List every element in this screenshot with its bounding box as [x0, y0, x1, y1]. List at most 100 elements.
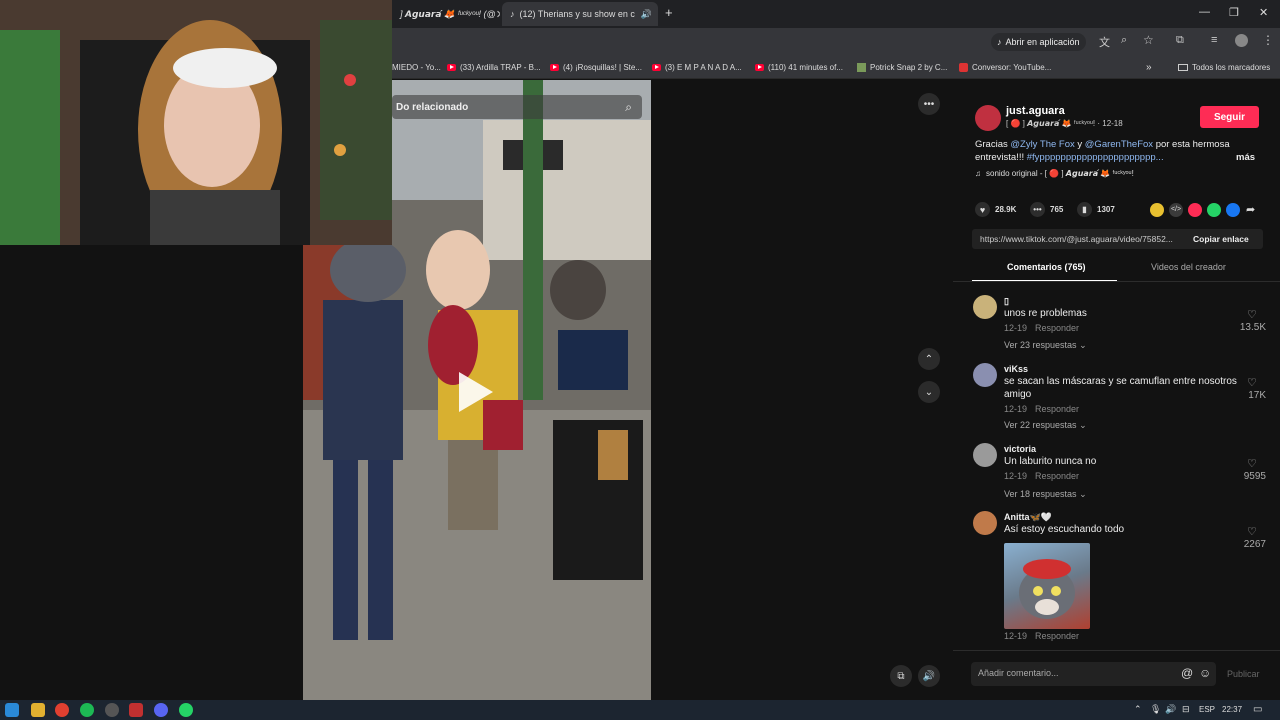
- more-options-button[interactable]: •••: [918, 93, 940, 115]
- bookmark-item[interactable]: (110) 41 minutes of...: [755, 55, 843, 79]
- bookmark-icon: ▮: [1077, 202, 1092, 217]
- pip-icon: ⧉: [897, 670, 905, 682]
- more-bookmarks-icon[interactable]: »: [1146, 55, 1152, 79]
- avatar[interactable]: [973, 363, 997, 387]
- microphone-icon[interactable]: 🎙: [1150, 704, 1161, 715]
- reply-button[interactable]: Responder: [1035, 404, 1079, 414]
- tab-creator-videos[interactable]: Videos del creador: [1151, 262, 1226, 272]
- restore-icon[interactable]: ❐: [1229, 6, 1239, 19]
- minimize-icon[interactable]: —: [1199, 6, 1210, 18]
- network-icon[interactable]: ⊟: [1182, 704, 1190, 715]
- file-explorer-icon[interactable]: [31, 703, 45, 717]
- copy-link-button[interactable]: Copiar enlace: [1193, 234, 1249, 244]
- tab-therians-video[interactable]: ♪ (12) Therians y su show en c 🔊 ✕: [502, 2, 658, 26]
- clock[interactable]: 22:37: [1222, 705, 1242, 714]
- speaker-icon[interactable]: 🔊: [1165, 704, 1176, 715]
- play-icon[interactable]: [459, 372, 493, 412]
- bookmark-item[interactable]: Potrick Snap 2 by C...: [857, 55, 947, 79]
- spotify-icon[interactable]: [80, 703, 94, 717]
- notification-icon[interactable]: ▭: [1253, 704, 1262, 715]
- app-icon[interactable]: [129, 703, 143, 717]
- creator-username[interactable]: just.aguara: [1006, 105, 1065, 117]
- language-indicator[interactable]: ESP: [1199, 705, 1215, 714]
- comment-author[interactable]: viKss: [1004, 364, 1028, 374]
- embed-icon[interactable]: </>: [1169, 203, 1183, 217]
- media-control-icon[interactable]: ≡: [1211, 34, 1217, 46]
- view-replies-button[interactable]: Ver 23 respuestas ⌄: [1004, 340, 1087, 351]
- bookmark-label: Todos los marcadores: [1192, 62, 1271, 72]
- tab-aguara-profile[interactable]: ] 𝘼𝙜𝙪𝙖𝙧𝙖́ 🦊 ᶠᵘᶜᵏʸᵒᵘ! (@ ✕: [392, 2, 500, 26]
- comment-author[interactable]: ▯: [1004, 296, 1009, 307]
- all-bookmarks-folder[interactable]: Todos los marcadores: [1178, 55, 1270, 79]
- zoom-icon[interactable]: ⌕: [1121, 34, 1127, 47]
- speaker-icon[interactable]: 🔊: [641, 9, 652, 20]
- menu-icon[interactable]: ⋮: [1262, 33, 1274, 47]
- avatar[interactable]: [973, 443, 997, 467]
- reply-button[interactable]: Responder: [1035, 471, 1079, 481]
- bookmark-item[interactable]: (4) ¡Rosquillas! | Ste...: [550, 55, 642, 79]
- windows-start-icon[interactable]: [5, 703, 19, 717]
- creator-avatar[interactable]: [975, 105, 1001, 131]
- bookmark-item[interactable]: (33) Ardilla TRAP - B...: [447, 55, 541, 79]
- follow-button[interactable]: Seguir: [1200, 106, 1259, 128]
- avatar[interactable]: [973, 295, 997, 319]
- comment-author[interactable]: Anitta🦋🤍: [1004, 512, 1052, 523]
- publish-button[interactable]: Publicar: [1227, 669, 1260, 679]
- share-icon[interactable]: ➦: [1246, 203, 1255, 216]
- mention-link[interactable]: @GarenTheFox: [1085, 139, 1153, 150]
- chevron-up-icon[interactable]: ⌃: [1134, 704, 1142, 715]
- comment-likes: 13.5K: [1239, 322, 1266, 333]
- obs-icon[interactable]: [105, 703, 119, 717]
- coin-icon[interactable]: [1150, 203, 1164, 217]
- send-icon[interactable]: [1188, 203, 1202, 217]
- reply-button[interactable]: Responder: [1035, 631, 1079, 641]
- emoji-icon[interactable]: ☺: [1199, 666, 1211, 680]
- webcam-image: [0, 0, 392, 245]
- sound-row[interactable]: ♫ sonido original - [ 🔴 ] 𝘼𝙜𝙪𝙖𝙧𝙖́ 🦊 ᶠᵘᶜᵏ…: [975, 169, 1134, 178]
- bookmark-item[interactable]: MIEDO - Yo...: [392, 55, 441, 79]
- pip-button[interactable]: ⧉: [890, 665, 912, 687]
- more-caption-link[interactable]: más: [1236, 152, 1255, 163]
- previous-video-button[interactable]: ⌃: [918, 348, 940, 370]
- tab-comments[interactable]: Comentarios (765): [1007, 262, 1086, 272]
- heart-outline-icon[interactable]: ♡: [1247, 457, 1257, 470]
- whatsapp-icon[interactable]: [1207, 203, 1221, 217]
- close-icon[interactable]: ✕: [496, 8, 500, 21]
- comment-image[interactable]: [1004, 543, 1090, 629]
- window-close-icon[interactable]: ✕: [1259, 6, 1268, 19]
- chrome-icon[interactable]: [55, 703, 69, 717]
- comment-action[interactable]: ••• 765: [1030, 202, 1063, 217]
- chevron-down-icon: ⌄: [1079, 489, 1087, 499]
- heart-outline-icon[interactable]: ♡: [1247, 376, 1257, 389]
- next-video-button[interactable]: ⌄: [918, 381, 940, 403]
- facebook-icon[interactable]: [1226, 203, 1240, 217]
- hashtag-link[interactable]: #fypppppppppppppppppppppp...: [1027, 152, 1164, 163]
- extensions-icon[interactable]: ⧉: [1176, 34, 1184, 47]
- mention-icon[interactable]: @: [1181, 666, 1193, 680]
- comment-author[interactable]: victoria: [1004, 444, 1036, 454]
- avatar[interactable]: [973, 511, 997, 535]
- divider: [953, 650, 1280, 651]
- view-replies-button[interactable]: Ver 18 respuestas ⌄: [1004, 489, 1087, 500]
- bookmark-item[interactable]: (3) E M P A N A D A...: [652, 55, 742, 79]
- profile-avatar[interactable]: [1235, 34, 1248, 47]
- search-icon[interactable]: ⌕: [625, 100, 632, 115]
- new-tab-button[interactable]: +: [665, 5, 673, 20]
- reply-button[interactable]: Responder: [1035, 323, 1079, 333]
- related-search-bar[interactable]: Do relacionado ⌕: [392, 95, 642, 119]
- volume-button[interactable]: 🔊: [918, 665, 940, 687]
- translate-icon[interactable]: 文: [1099, 34, 1110, 50]
- like-action[interactable]: ♥ 28.9K: [975, 202, 1016, 217]
- open-in-app-button[interactable]: ♪ Abrir en aplicación: [991, 33, 1086, 51]
- bookmark-star-icon[interactable]: ☆: [1143, 33, 1154, 47]
- heart-outline-icon[interactable]: ♡: [1247, 308, 1257, 321]
- bookmark-item[interactable]: Conversor: YouTube...: [959, 55, 1051, 79]
- bookmark-label: (4) ¡Rosquillas! | Ste...: [563, 62, 642, 72]
- heart-outline-icon[interactable]: ♡: [1247, 525, 1257, 538]
- view-replies-button[interactable]: Ver 22 respuestas ⌄: [1004, 420, 1087, 431]
- discord-icon[interactable]: [154, 703, 168, 717]
- mention-link[interactable]: @Zyly The Fox: [1010, 139, 1074, 150]
- comment-date: 12-19: [1004, 404, 1028, 414]
- save-action[interactable]: ▮ 1307: [1077, 202, 1115, 217]
- whatsapp-icon[interactable]: [179, 703, 193, 717]
